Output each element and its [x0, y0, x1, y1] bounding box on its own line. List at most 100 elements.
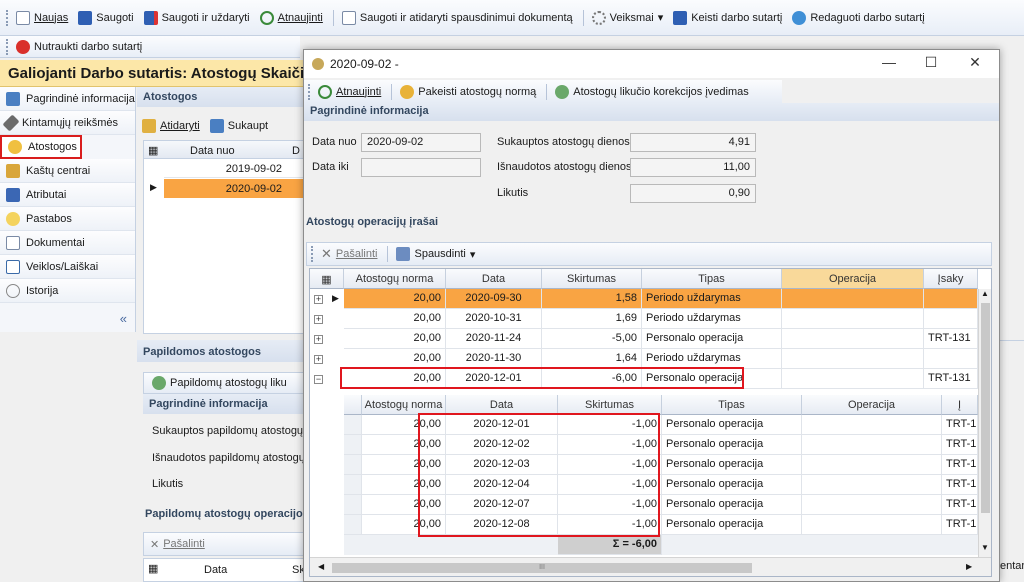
extra-balance-button[interactable]: Papildomų atostogų liku — [152, 376, 287, 390]
maximize-button[interactable]: ☐ — [916, 54, 946, 71]
toolbar-grip[interactable] — [311, 246, 315, 262]
scroll-up-icon[interactable]: ▲ — [981, 289, 989, 298]
used-days-field[interactable]: 11,00 — [630, 158, 756, 177]
actions-button[interactable]: Veiksmai ▾ — [591, 10, 663, 25]
table-row[interactable]: + 20,00 2020-10-31 1,69 Periodo uždaryma… — [310, 309, 978, 329]
sidebar-item-documents[interactable]: Dokumentai — [0, 231, 135, 255]
horizontal-scrollbar[interactable]: ◀ III ▶ — [310, 557, 991, 576]
table-row-expanded[interactable]: − 20,00 2020-12-01 -6,00 Personalo opera… — [310, 369, 978, 389]
print-button[interactable]: Spausdinti ▾ — [396, 247, 475, 261]
table-row[interactable]: 2019-09-02 — [164, 159, 308, 178]
sidebar-item-info[interactable]: Pagrindinė informacija — [0, 87, 135, 111]
detail-footer: Σ = -6,00 — [344, 535, 978, 555]
sidebar-item-variables[interactable]: Kintamųjų reikšmės — [0, 111, 135, 135]
column-header-data[interactable]: Data — [204, 564, 227, 576]
row-pointer-icon: ▶ — [332, 293, 339, 303]
expand-icon[interactable]: + — [314, 295, 323, 304]
grid-icon: ▦ — [148, 145, 159, 157]
table-row[interactable]: + 20,00 2020-11-24 -5,00 Personalo opera… — [310, 329, 978, 349]
grid-icon: ▦ — [321, 274, 332, 286]
detail-row[interactable]: 20,00 2020-12-08 -1,00 Personalo operaci… — [344, 515, 978, 535]
sidebar-item-cost-centers[interactable]: Kaštų centrai — [0, 159, 135, 183]
save-open-print-button[interactable]: Saugoti ir atidaryti spausdinimui dokume… — [341, 10, 573, 25]
sub-column-header-type[interactable]: Tipas — [662, 395, 802, 415]
refresh-button[interactable]: Atnaujinti — [259, 10, 323, 25]
accrue-button[interactable]: Sukaupt — [209, 119, 268, 133]
column-header-norm[interactable]: Atostogų norma — [344, 269, 446, 289]
detail-row[interactable]: 20,00 2020-12-07 -1,00 Personalo operaci… — [344, 495, 978, 515]
change-contract-button[interactable]: Keisti darbo sutartį — [673, 10, 782, 25]
info-section-header: Pagrindinė informacija — [304, 103, 999, 121]
sub-column-header-date[interactable]: Data — [446, 395, 558, 415]
column-header-order[interactable]: Įsaky — [924, 269, 978, 289]
table-row[interactable]: + 20,00 2020-11-30 1,64 Periodo uždaryma… — [310, 349, 978, 369]
balance-field[interactable]: 0,90 — [630, 184, 756, 203]
collapse-icon[interactable]: − — [314, 375, 323, 384]
date-from-field[interactable]: 2020-09-02 — [361, 133, 481, 152]
extra-ops-header: Papildomų atostogų operacijo — [145, 508, 303, 520]
extra-remove-button[interactable]: ✕ Pašalinti — [150, 538, 205, 551]
cancel-icon — [16, 39, 30, 54]
expand-icon[interactable]: + — [314, 315, 323, 324]
scroll-left-icon[interactable]: ◀ — [318, 562, 324, 571]
date-to-field[interactable] — [361, 158, 481, 177]
sidebar-item-notes[interactable]: Pastabos — [0, 207, 135, 231]
scrollbar-thumb[interactable]: III — [332, 563, 752, 573]
dialog-refresh-button[interactable]: Atnaujinti — [318, 84, 381, 99]
document-icon — [6, 235, 20, 250]
gear-icon — [591, 10, 606, 25]
sidebar-item-vacation[interactable]: Atostogos — [0, 135, 82, 159]
detail-row[interactable]: 20,00 2020-12-01 -1,00 Personalo operaci… — [344, 415, 978, 435]
table-row[interactable]: + ▶ 20,00 2020-09-30 1,58 Periodo uždary… — [310, 289, 978, 309]
sidebar-item-attributes[interactable]: Atributai — [0, 183, 135, 207]
scroll-right-icon[interactable]: ▶ — [966, 562, 972, 571]
scrollbar-thumb[interactable] — [981, 303, 990, 513]
column-header-date-from[interactable]: Data nuo — [190, 145, 235, 157]
toolbar-grip[interactable] — [6, 38, 10, 55]
new-button[interactable]: Naujas — [16, 10, 68, 25]
column-header-comment: entara — [1000, 560, 1024, 572]
accrued-days-label: Sukauptos atostogų dienos — [497, 136, 630, 148]
sub-column-header-operation[interactable]: Operacija — [802, 395, 942, 415]
detail-row[interactable]: 20,00 2020-12-04 -1,00 Personalo operaci… — [344, 475, 978, 495]
expand-icon[interactable]: + — [314, 355, 323, 364]
save-button[interactable]: Saugoti — [78, 10, 134, 25]
sidebar-item-history[interactable]: Istorija — [0, 279, 135, 303]
toolbar-grip[interactable] — [6, 9, 10, 26]
detail-row[interactable]: 20,00 2020-12-03 -1,00 Personalo operaci… — [344, 455, 978, 475]
column-header-operation[interactable]: Operacija — [782, 269, 924, 289]
accrued-days-field[interactable]: 4,91 — [630, 133, 756, 152]
terminate-contract-button[interactable]: Nutraukti darbo sutartį — [16, 39, 142, 54]
column-header-d[interactable]: D — [292, 145, 300, 157]
change-norm-button[interactable]: Pakeisti atostogų normą — [400, 84, 536, 99]
table-row-selected[interactable]: 2020-09-02 — [164, 179, 308, 198]
vertical-scrollbar[interactable]: ▲ ▼ — [978, 289, 991, 557]
sub-column-header-order[interactable]: Į — [942, 395, 978, 415]
column-header-diff[interactable]: Skirtumas — [542, 269, 642, 289]
sub-column-header-norm[interactable]: Atostogų norma — [362, 395, 446, 415]
balance-correction-button[interactable]: Atostogų likučio korekcijos įvedimas — [555, 84, 749, 99]
sidebar-item-activities[interactable]: Veiklos/Laiškai — [0, 255, 135, 279]
pencil-icon — [2, 114, 20, 131]
detail-row[interactable]: 20,00 2020-12-02 -1,00 Personalo operaci… — [344, 435, 978, 455]
info-icon — [6, 91, 20, 106]
money-icon — [6, 163, 20, 178]
close-button[interactable]: ✕ — [960, 54, 990, 71]
minimize-button[interactable]: — — [874, 54, 904, 70]
expand-icon[interactable]: + — [314, 335, 323, 344]
extra-ops-toolbar: ✕ Pašalinti — [143, 532, 307, 556]
vacation-period-dialog: 2020-09-02 - — ☐ ✕ Atnaujinti Pakeisti a… — [303, 49, 1000, 582]
note-icon — [6, 211, 20, 226]
save-icon — [78, 10, 93, 25]
toolbar-grip[interactable] — [308, 83, 312, 100]
column-header-date[interactable]: Data — [446, 269, 542, 289]
collapse-sidebar-button[interactable]: « — [120, 311, 127, 326]
row-pointer-icon: ▶ — [150, 182, 157, 192]
edit-contract-button[interactable]: Redaguoti darbo sutartį — [792, 10, 925, 25]
scroll-down-icon[interactable]: ▼ — [981, 543, 989, 552]
remove-button[interactable]: ✕ Pašalinti — [321, 246, 377, 262]
column-header-type[interactable]: Tipas — [642, 269, 782, 289]
sub-column-header-diff[interactable]: Skirtumas — [558, 395, 662, 415]
open-button[interactable]: Atidaryti — [142, 119, 200, 133]
save-close-button[interactable]: Saugoti ir uždaryti — [143, 10, 250, 25]
